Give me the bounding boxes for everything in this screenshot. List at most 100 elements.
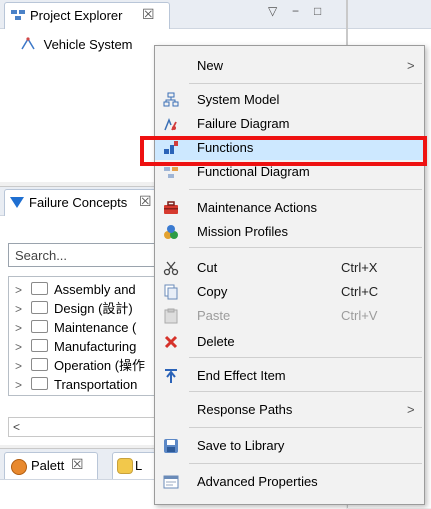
maximize-icon[interactable]: □ [314, 4, 321, 18]
palette-icon [11, 459, 27, 475]
folder-icon [31, 377, 48, 390]
menu-separator [189, 83, 422, 84]
menu-item-failure-diagram[interactable]: Failure Diagram [155, 112, 424, 136]
folder-icon [31, 301, 48, 314]
failure-concepts-title: Failure Concepts [29, 195, 128, 210]
failure-concepts-icon [10, 197, 24, 208]
shortcut-label: Ctrl+X [341, 260, 378, 275]
menu-item-save-to-library[interactable]: Save to Library [155, 434, 424, 458]
functions-icon [164, 141, 178, 154]
menu-item-label: Maintenance Actions [197, 200, 317, 215]
chevron-right-icon: > [407, 402, 415, 417]
menu-separator [189, 463, 422, 464]
menu-item-label: Mission Profiles [197, 224, 289, 239]
tree-item[interactable]: > Transportation [9, 374, 137, 395]
chevron-right-icon: > [407, 58, 415, 73]
project-explorer-icon [11, 10, 25, 20]
shortcut-label: Ctrl+V [341, 308, 378, 323]
menu-item-functional-diagram[interactable]: Functional Diagram [155, 160, 424, 184]
menu-item-label: New [197, 58, 224, 73]
menu-separator [189, 357, 422, 358]
close-icon[interactable]: ☒ [142, 6, 155, 23]
save-icon [164, 439, 178, 453]
tree-item-label: Vehicle System [43, 37, 133, 52]
paste-icon [164, 308, 178, 324]
failure-concepts-tree: > Assembly and > Design (設計) > Maintenance … [8, 276, 162, 396]
system-model-icon [163, 92, 179, 107]
menu-item-label: Copy [197, 284, 228, 299]
menu-item-label: End Effect Item [197, 368, 286, 383]
context-menu: New > System Model Failure Diagram Funct… [154, 45, 425, 505]
palette-title: Palett [31, 458, 65, 473]
tree-item-label: Operation (操作 [54, 358, 146, 373]
close-icon[interactable]: ☒ [71, 456, 84, 473]
menu-separator [189, 247, 422, 248]
folder-icon [31, 339, 48, 352]
end-effect-icon [165, 369, 177, 383]
library-icon [117, 458, 133, 474]
view-menu-icon[interactable]: ▽ [268, 4, 277, 18]
tab-palette[interactable]: Palett ☒ [4, 452, 98, 479]
properties-icon [163, 475, 179, 489]
functional-diagram-icon [164, 167, 178, 178]
menu-item-label: Paste [197, 308, 231, 323]
menu-item-delete[interactable]: Delete [155, 330, 424, 354]
menu-item-maintenance-actions[interactable]: Maintenance Actions [155, 196, 424, 220]
menu-item-label: Cut [197, 260, 218, 275]
scissors-icon [163, 261, 179, 276]
tree-item-label: Design (設計) [54, 301, 133, 316]
horizontal-scrollbar[interactable]: < [8, 417, 162, 437]
mission-profiles-icon [164, 225, 178, 239]
menu-item-functions[interactable]: Functions [155, 136, 424, 160]
tab-project-explorer[interactable]: Project Explorer ☒ [4, 2, 170, 29]
menu-item-label: Save to Library [197, 438, 285, 453]
menu-item-label: Response Paths [197, 402, 293, 417]
search-input[interactable] [8, 243, 160, 267]
menu-item-paste[interactable]: Paste Ctrl+V [155, 304, 424, 328]
toolbox-icon [164, 201, 178, 214]
menu-separator [189, 427, 422, 428]
tree-item-label: Transportation [54, 377, 138, 392]
menu-item-system-model[interactable]: System Model [155, 88, 424, 112]
menu-item-label: Advanced Properties [197, 474, 318, 489]
menu-item-label: System Model [197, 92, 280, 107]
menu-item-new[interactable]: New > [155, 54, 424, 78]
tree-item[interactable]: > Manufacturing [9, 336, 136, 357]
menu-item-mission-profiles[interactable]: Mission Profiles [155, 220, 424, 244]
minimize-icon[interactable]: − [292, 4, 299, 18]
menu-item-response-paths[interactable]: Response Paths > [155, 398, 424, 422]
tree-item[interactable]: > Operation (操作 [9, 355, 145, 376]
menu-separator [189, 189, 422, 190]
menu-item-advanced-properties[interactable]: Advanced Properties [155, 470, 424, 494]
menu-item-cut[interactable]: Cut Ctrl+X [155, 256, 424, 280]
menu-item-end-effect-item[interactable]: End Effect Item [155, 364, 424, 388]
delete-icon [164, 335, 178, 349]
shortcut-label: Ctrl+C [341, 284, 379, 299]
project-explorer-title: Project Explorer [30, 8, 123, 23]
menu-item-label: Delete [197, 334, 235, 349]
close-icon[interactable]: ☒ [139, 193, 152, 210]
system-icon [21, 37, 35, 50]
menu-separator [189, 391, 422, 392]
failure-diagram-icon [164, 117, 177, 131]
menu-item-label: Functional Diagram [197, 164, 310, 179]
tree-item-label: Maintenance ( [54, 320, 137, 335]
library-title: L [135, 458, 143, 473]
copy-icon [164, 284, 178, 300]
chevron-right-icon[interactable]: > [15, 375, 27, 395]
tree-item-vehicle-system[interactable]: Vehicle System [20, 37, 133, 52]
tree-item-label: Assembly and [54, 282, 136, 297]
scroll-left-icon[interactable]: < [13, 418, 20, 436]
menu-item-label: Functions [197, 140, 254, 155]
tab-failure-concepts[interactable]: Failure Concepts ☒ [4, 189, 176, 216]
tree-item[interactable]: > Assembly and [9, 279, 136, 300]
tree-item[interactable]: > Maintenance ( [9, 317, 136, 338]
folder-icon [31, 320, 48, 333]
project-explorer-tabbar: Project Explorer ☒ ▽ − □ [0, 0, 346, 29]
editor-tabbar [348, 0, 431, 29]
folder-icon [31, 358, 48, 371]
folder-icon [31, 282, 48, 295]
menu-item-copy[interactable]: Copy Ctrl+C [155, 280, 424, 304]
menu-item-label: Failure Diagram [197, 116, 290, 131]
tree-item[interactable]: > Design (設計) [9, 298, 133, 319]
